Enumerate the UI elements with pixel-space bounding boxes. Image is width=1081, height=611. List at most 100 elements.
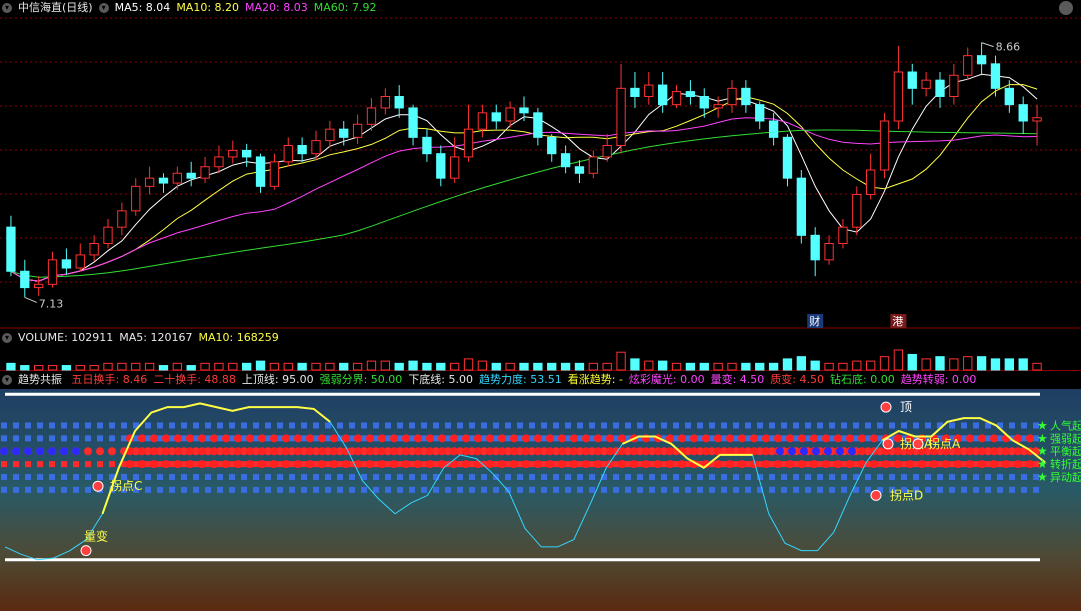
candle-up[interactable] (214, 156, 224, 168)
candle-down[interactable] (976, 55, 987, 65)
band-dot (96, 447, 104, 456)
candle-down[interactable] (20, 270, 30, 289)
candle-down[interactable] (810, 234, 820, 261)
candle-up[interactable] (117, 210, 127, 228)
volume-menu-icon[interactable]: ▾ (2, 333, 12, 343)
candle-up[interactable] (131, 185, 141, 212)
candle-down[interactable] (782, 136, 793, 179)
strong-zone-dot (330, 460, 338, 469)
candle-up[interactable] (921, 79, 931, 89)
event-marker-0[interactable]: 财 (809, 314, 820, 328)
candle-up[interactable] (200, 166, 210, 179)
signal-ball-icon[interactable] (870, 489, 882, 501)
candle-up[interactable] (616, 87, 626, 147)
candle-up[interactable] (75, 254, 85, 269)
candle-down[interactable] (408, 107, 418, 138)
candle-down[interactable] (685, 91, 696, 97)
volume-chart[interactable] (0, 345, 1081, 371)
candle-down[interactable] (339, 128, 349, 138)
candle-down[interactable] (491, 112, 501, 122)
candle-up[interactable] (505, 107, 515, 122)
candle-down[interactable] (436, 153, 446, 179)
candle-up[interactable] (89, 243, 99, 256)
candle-up[interactable] (644, 84, 654, 97)
candle-down[interactable] (6, 226, 16, 272)
candle-up[interactable] (450, 156, 460, 179)
candle-down[interactable] (699, 96, 709, 109)
candle-up[interactable] (713, 104, 723, 109)
candle-up[interactable] (380, 96, 390, 109)
candle-down[interactable] (422, 136, 432, 155)
candle-down[interactable] (935, 79, 945, 97)
panel-menu-icon[interactable]: ▾ (2, 3, 12, 13)
candle-down[interactable] (574, 166, 585, 174)
candle-down[interactable] (158, 177, 169, 184)
candle-down[interactable] (658, 84, 668, 106)
candle-down[interactable] (242, 149, 252, 158)
candle-up[interactable] (963, 55, 973, 76)
candle-up[interactable] (1032, 117, 1042, 122)
candle-down[interactable] (768, 120, 779, 138)
event-marker-1[interactable]: 港 (892, 315, 903, 328)
candle-down[interactable] (297, 145, 307, 155)
candle-up[interactable] (311, 140, 321, 155)
panel-toggle-icon[interactable]: ▾ (98, 3, 109, 13)
candle-up[interactable] (893, 71, 904, 122)
candle-down[interactable] (630, 87, 640, 98)
candle-up[interactable] (34, 283, 44, 289)
price-chart[interactable]: 8.66 7.13 财 港 (0, 15, 1081, 330)
candle-up[interactable] (325, 128, 335, 142)
candle-up[interactable] (269, 161, 280, 187)
candle-down[interactable] (796, 177, 806, 236)
candle-down[interactable] (560, 153, 571, 168)
band-square (85, 474, 91, 480)
candle-down[interactable] (990, 63, 1001, 89)
candle-up[interactable] (602, 145, 612, 158)
strong-zone-dot (654, 460, 662, 469)
candle-down[interactable] (1004, 87, 1014, 106)
candle-down[interactable] (519, 107, 529, 114)
candle-up[interactable] (671, 91, 682, 106)
signal-ball-icon[interactable] (80, 545, 92, 557)
candle-down[interactable] (61, 259, 72, 269)
candle-down[interactable] (547, 136, 557, 155)
candle-down[interactable] (907, 71, 917, 89)
candle-up[interactable] (144, 177, 155, 187)
candle-up[interactable] (727, 87, 737, 106)
candle-up[interactable] (879, 120, 890, 171)
candle-down[interactable] (255, 156, 266, 187)
candle-down[interactable] (186, 172, 196, 179)
signal-ball-icon[interactable] (92, 480, 104, 492)
signal-ball-icon[interactable] (912, 438, 924, 450)
signal-ball-icon[interactable] (880, 401, 892, 413)
candle-down[interactable] (1018, 104, 1028, 122)
candle-up[interactable] (824, 243, 834, 261)
candle-up[interactable] (352, 123, 363, 138)
candle-up[interactable] (228, 149, 238, 158)
indicator-chart[interactable]: ★人气起★强弱起★平衡起★转折起★异动起拐点C量变拐点A拐点A拐点D顶 (0, 389, 1081, 611)
band-square (685, 474, 691, 480)
candle-up[interactable] (47, 259, 58, 285)
indicator-menu-icon[interactable]: ▾ (2, 375, 12, 385)
close-icon[interactable] (1059, 1, 1073, 15)
signal-ball-icon[interactable] (882, 438, 894, 450)
candle-up[interactable] (588, 156, 598, 174)
candle-up[interactable] (366, 107, 377, 125)
candle-down[interactable] (755, 104, 765, 122)
candle-down[interactable] (394, 96, 404, 109)
candle-up[interactable] (463, 128, 474, 158)
strong-zone-dot (774, 460, 782, 469)
candle-down[interactable] (741, 87, 751, 106)
band-square (313, 474, 319, 480)
candle-up[interactable] (949, 74, 959, 97)
volume-bar (339, 362, 349, 371)
candle-up[interactable] (852, 194, 862, 228)
candle-up[interactable] (172, 172, 182, 184)
candle-up[interactable] (477, 112, 488, 130)
candle-up[interactable] (283, 145, 293, 163)
candle-up[interactable] (866, 169, 876, 195)
high-pointer (981, 42, 994, 48)
candle-up[interactable] (103, 226, 113, 245)
candle-up[interactable] (838, 226, 848, 245)
candle-down[interactable] (533, 112, 543, 138)
